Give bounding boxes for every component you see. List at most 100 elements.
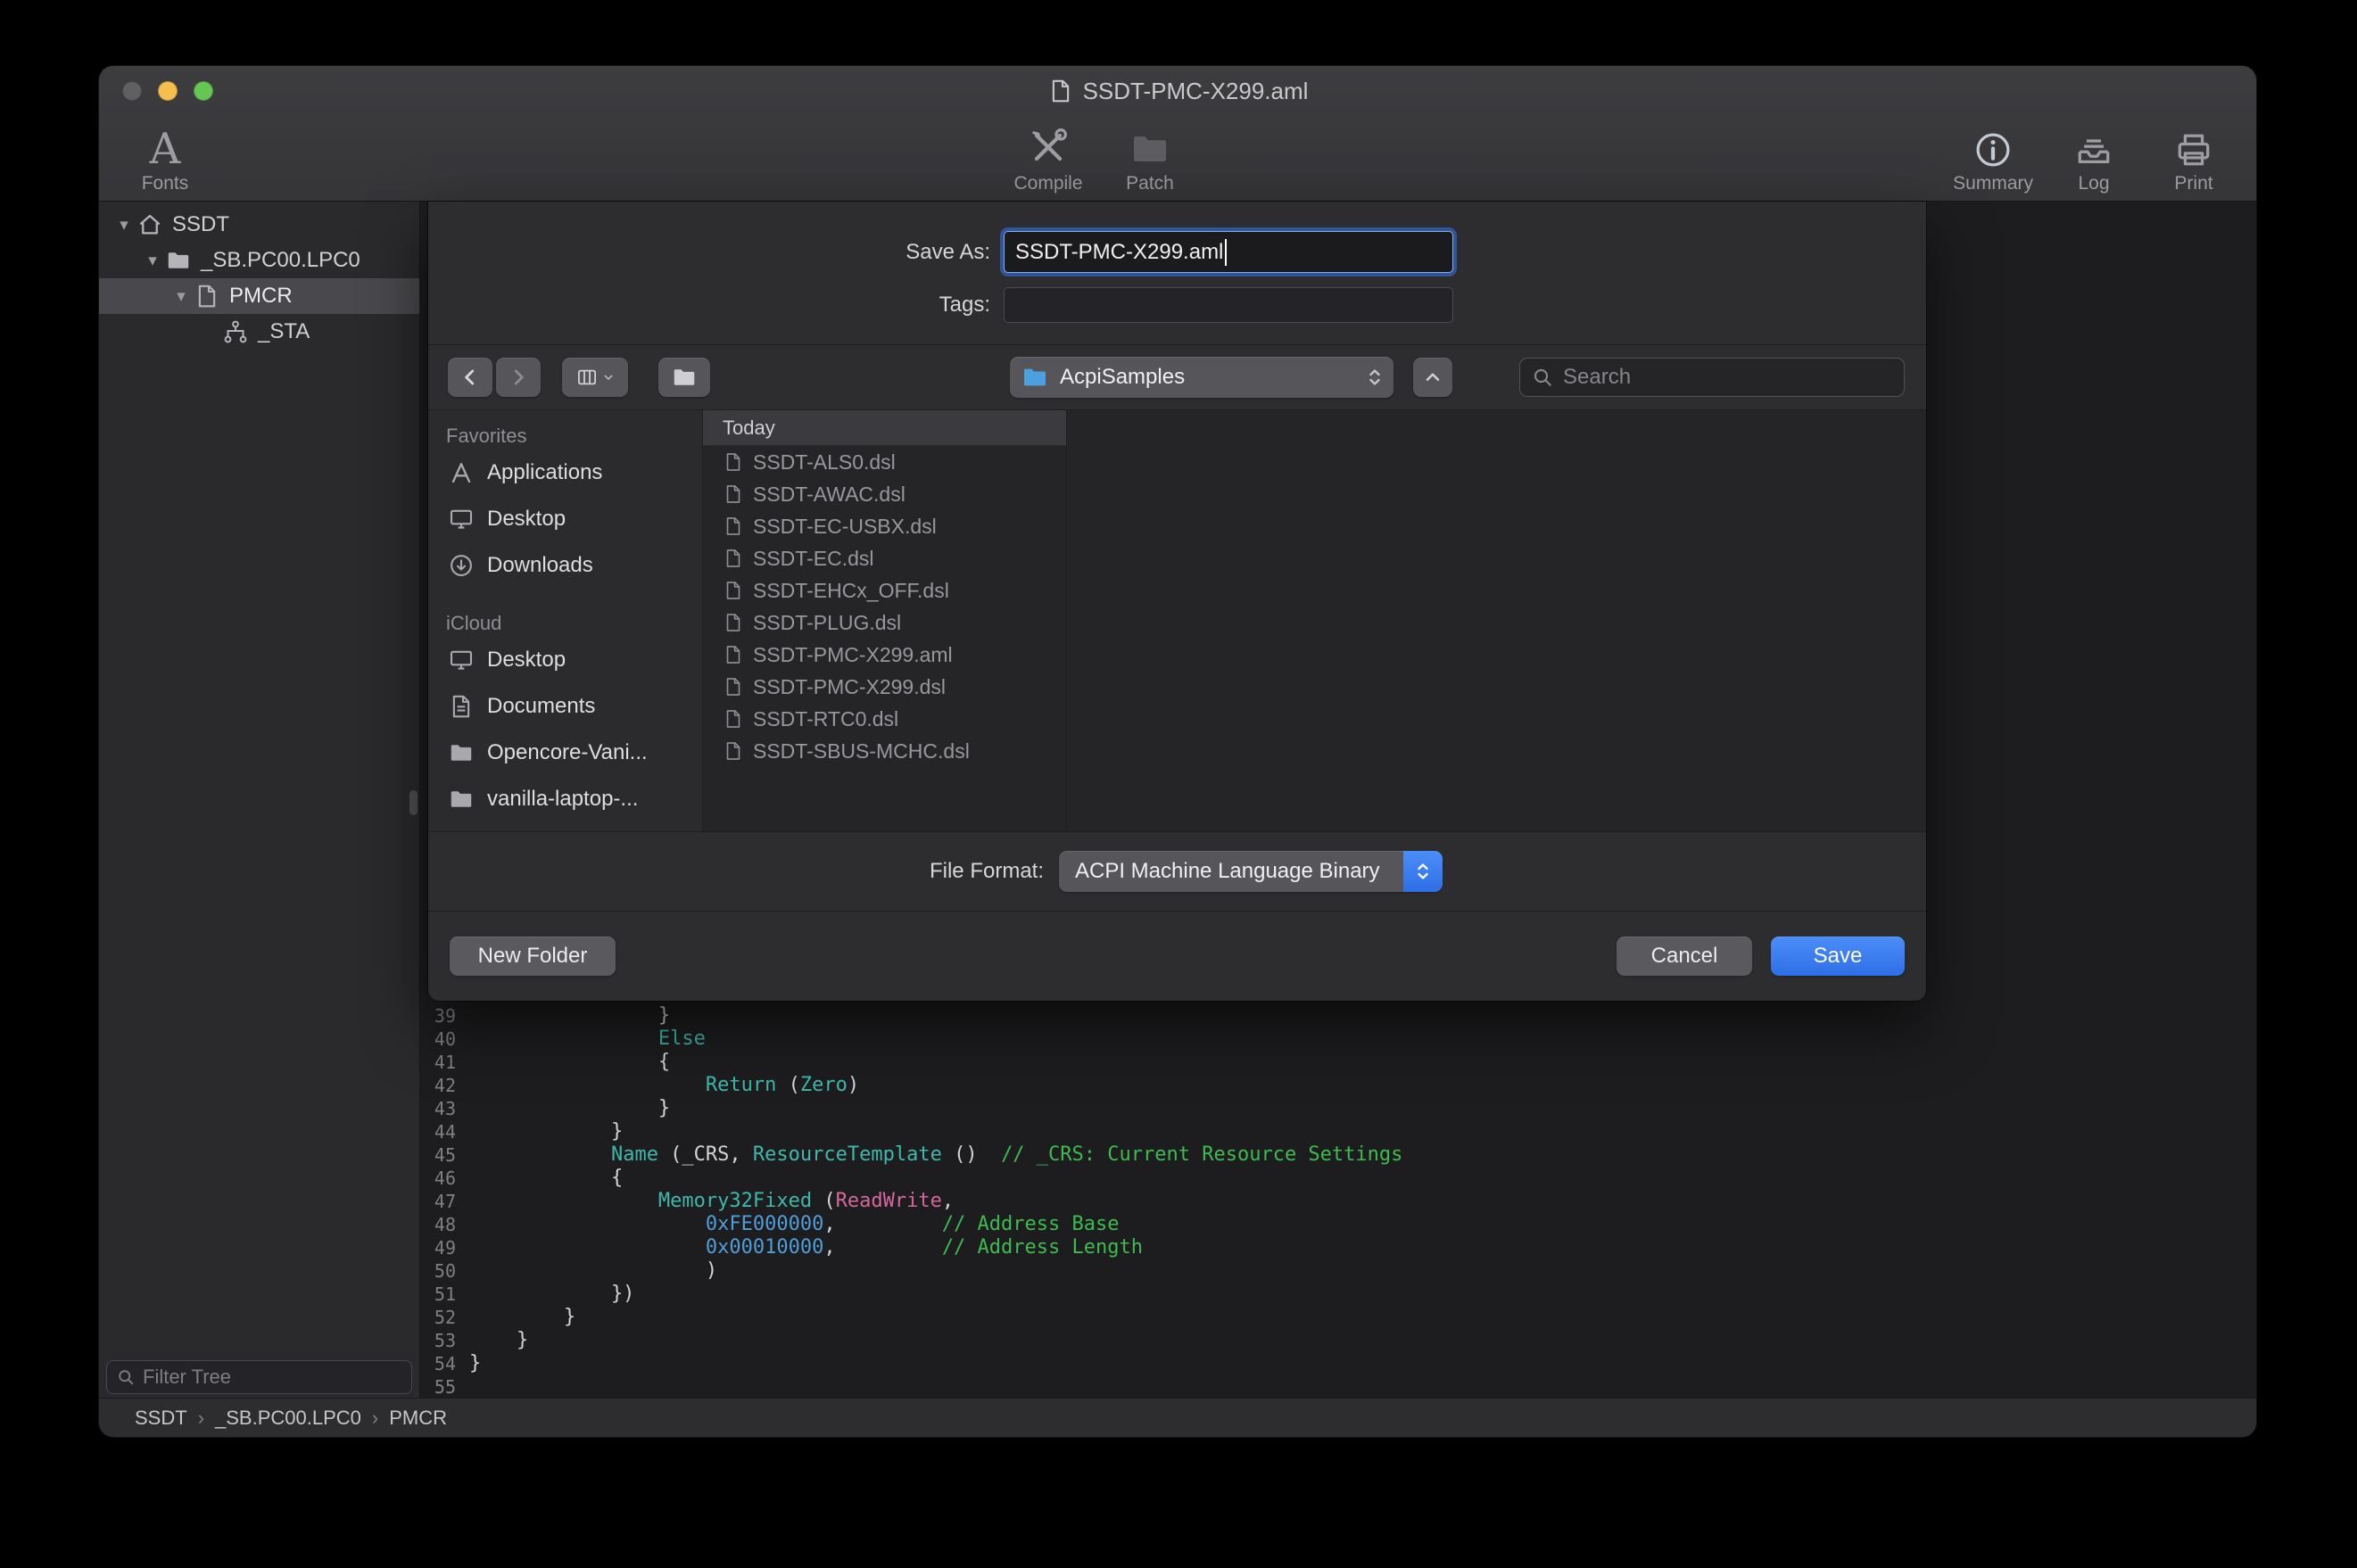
file-browser: FavoritesApplicationsDesktopDownloadsiCl… xyxy=(428,410,1926,831)
tree-item-ssdt[interactable]: ▾ SSDT xyxy=(99,207,419,243)
sidebar-item-downloads[interactable]: Downloads xyxy=(428,542,702,589)
popup-stepper-icon xyxy=(1363,366,1386,389)
file-list: SSDT-ALS0.dsl SSDT-AWAC.dsl SSDT-EC-USBX.d… xyxy=(703,446,1066,767)
code-line: 41 { xyxy=(420,1051,2256,1074)
save-as-input[interactable]: SSDT-PMC-X299.aml xyxy=(1004,231,1453,273)
traffic-lights xyxy=(122,81,213,101)
code-line: 49 0x00010000, // Address Length xyxy=(420,1236,2256,1259)
tree-item-sta[interactable]: _STA xyxy=(99,314,419,350)
close-button[interactable] xyxy=(122,81,142,101)
summary-button[interactable]: Summary xyxy=(1953,116,2033,200)
titlebar[interactable]: SSDT-PMC-X299.aml xyxy=(99,66,2256,116)
document-icon xyxy=(723,483,744,505)
file-item-ssdt-rtc0-dsl[interactable]: SSDT-RTC0.dsl xyxy=(703,703,1066,735)
code-text: }) xyxy=(469,1283,634,1306)
desktop-background: SSDT-PMC-X299.aml A Fonts Compile xyxy=(0,0,2357,1568)
minimize-button[interactable] xyxy=(158,81,178,101)
search-field[interactable] xyxy=(1519,358,1905,397)
disclosure-triangle[interactable]: ▾ xyxy=(140,251,165,271)
code-line: 52 } xyxy=(420,1306,2256,1329)
line-number: 54 xyxy=(420,1352,456,1375)
disclosure-triangle[interactable]: ▾ xyxy=(112,215,136,235)
line-number: 55 xyxy=(420,1375,456,1399)
sidebar-item-documents[interactable]: Documents xyxy=(428,683,702,730)
desktop-icon xyxy=(448,506,475,532)
statusbar: SSDT›_SB.PC00.LPC0›PMCR xyxy=(99,1398,2256,1437)
summary-label: Summary xyxy=(1953,173,2033,194)
chevron-left-icon xyxy=(459,366,482,389)
file-format-value: ACPI Machine Language Binary xyxy=(1059,859,1403,884)
filter-tree-input[interactable] xyxy=(143,1366,402,1389)
file-item-ssdt-awac-dsl[interactable]: SSDT-AWAC.dsl xyxy=(703,478,1066,510)
file-group-header: Today xyxy=(703,410,1066,446)
sidebar-tree: ▾ SSDT ▾ _SB.PC00.LPC0 ▾PMCR_STA xyxy=(99,202,419,350)
file-item-ssdt-plug-dsl[interactable]: SSDT-PLUG.dsl xyxy=(703,607,1066,639)
save-button[interactable]: Save xyxy=(1771,937,1905,976)
method-icon xyxy=(222,318,249,345)
sidebar-item-applications[interactable]: Applications xyxy=(428,450,702,496)
line-number: 40 xyxy=(420,1027,456,1051)
tags-field[interactable] xyxy=(1004,287,1453,323)
sidebar-item-label: Desktop xyxy=(487,648,566,673)
file-format-popup[interactable]: ACPI Machine Language Binary xyxy=(1059,851,1443,892)
file-item-label: SSDT-ALS0.dsl xyxy=(753,450,896,475)
log-button[interactable]: Log xyxy=(2055,116,2133,200)
document-icon xyxy=(723,708,744,730)
sidebar-item-desktop[interactable]: Desktop xyxy=(428,637,702,683)
pane-splitter-handle[interactable] xyxy=(409,790,418,815)
patch-button[interactable]: Patch xyxy=(1111,116,1189,200)
breadcrumb-item-sb-pc00-lpc0[interactable]: _SB.PC00.LPC0 xyxy=(215,1407,361,1430)
back-button[interactable] xyxy=(448,358,492,397)
file-item-ssdt-ec-dsl[interactable]: SSDT-EC.dsl xyxy=(703,542,1066,574)
document-icon xyxy=(723,740,744,762)
up-directory-button[interactable] xyxy=(1413,358,1452,397)
folder-action-button[interactable] xyxy=(658,358,710,397)
window-header: SSDT-PMC-X299.aml A Fonts Compile xyxy=(99,66,2256,202)
file-item-ssdt-ec-usbx-dsl[interactable]: SSDT-EC-USBX.dsl xyxy=(703,510,1066,542)
sidebar-item-vanilla-laptop[interactable]: vanilla-laptop-... xyxy=(428,776,702,822)
search-input[interactable] xyxy=(1563,365,1893,390)
patch-label: Patch xyxy=(1126,173,1174,194)
zoom-button[interactable] xyxy=(194,81,213,101)
tree-sidebar: ▾ SSDT ▾ _SB.PC00.LPC0 ▾PMCR_STA xyxy=(99,202,420,1398)
tree-item-label: SSDT xyxy=(172,212,229,237)
code-text: } xyxy=(469,1004,670,1027)
new-folder-button[interactable]: New Folder xyxy=(450,937,616,976)
tree-item-label: _SB.PC00.LPC0 xyxy=(201,248,360,273)
file-item-label: SSDT-AWAC.dsl xyxy=(753,483,906,507)
file-item-ssdt-pmc-x299-aml[interactable]: SSDT-PMC-X299.aml xyxy=(703,639,1066,671)
tree-item-pmcr[interactable]: ▾PMCR xyxy=(99,278,419,314)
compile-button[interactable]: Compile xyxy=(1009,116,1088,200)
sidebar-item-opencore-vani[interactable]: Opencore-Vani... xyxy=(428,730,702,776)
disclosure-triangle[interactable]: ▾ xyxy=(169,286,194,307)
file-item-ssdt-ehcx-off-dsl[interactable]: SSDT-EHCx_OFF.dsl xyxy=(703,574,1066,607)
documents-icon xyxy=(448,693,475,720)
tags-input[interactable] xyxy=(1005,288,1452,322)
filter-tree-field[interactable] xyxy=(106,1360,412,1394)
code-text: ) xyxy=(469,1259,717,1283)
print-button[interactable]: Print xyxy=(2154,116,2233,200)
file-browser-empty-column xyxy=(1067,410,1926,831)
info-icon xyxy=(1972,129,2014,170)
breadcrumb-item-ssdt[interactable]: SSDT xyxy=(135,1407,187,1430)
code-text: } xyxy=(469,1329,528,1352)
chevron-up-icon xyxy=(1421,366,1444,389)
view-options-button[interactable] xyxy=(562,358,628,397)
location-popup[interactable]: AcpiSamples xyxy=(1010,357,1394,398)
fonts-button[interactable]: A Fonts xyxy=(126,116,204,200)
breadcrumb-item-pmcr[interactable]: PMCR xyxy=(389,1407,447,1430)
column-view-icon xyxy=(575,366,599,389)
sidebar-item-desktop[interactable]: Desktop xyxy=(428,496,702,542)
cancel-button[interactable]: Cancel xyxy=(1617,937,1752,976)
line-number: 53 xyxy=(420,1329,456,1352)
tree-item-sb-pc00-lpc0[interactable]: ▾ _SB.PC00.LPC0 xyxy=(99,243,419,278)
file-item-ssdt-pmc-x299-dsl[interactable]: SSDT-PMC-X299.dsl xyxy=(703,671,1066,703)
tags-label: Tags: xyxy=(428,293,990,318)
compile-label: Compile xyxy=(1013,173,1082,194)
popup-blue-cap xyxy=(1403,851,1443,892)
file-item-label: SSDT-EC.dsl xyxy=(753,547,873,571)
forward-button[interactable] xyxy=(496,358,541,397)
file-item-ssdt-sbus-mchc-dsl[interactable]: SSDT-SBUS-MCHC.dsl xyxy=(703,735,1066,767)
popup-stepper-icon xyxy=(1411,860,1435,883)
file-item-ssdt-als0-dsl[interactable]: SSDT-ALS0.dsl xyxy=(703,446,1066,478)
